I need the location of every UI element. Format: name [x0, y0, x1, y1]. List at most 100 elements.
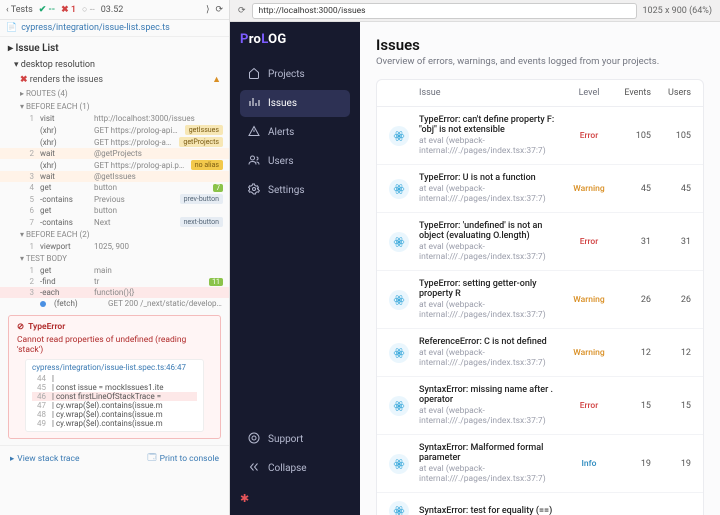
events-count: 15 [617, 401, 651, 411]
error-message: Cannot read properties of undefined (rea… [17, 335, 212, 355]
cmd-row[interactable]: 5-containsPreviousprev-button [0, 193, 229, 205]
page-title: Issues [376, 36, 704, 54]
cmd-row[interactable]: 1getmain [0, 265, 229, 276]
warn-icon: ▲ [212, 74, 221, 85]
cmd-row[interactable]: 4getbutton7 [0, 182, 229, 193]
app-viewport: ⟳ http://localhost:3000/issues 1025 x 90… [230, 0, 720, 515]
view-stack-trace[interactable]: ▸ View stack trace [10, 452, 80, 466]
sidebar-item-users[interactable]: Users [240, 148, 350, 175]
alert-icon [248, 125, 260, 140]
viewport-dims: 1025 x 900 (64%) [643, 6, 713, 16]
cmd-row[interactable]: (fetch)GET 200 /_next/static/development… [0, 298, 229, 309]
users-count: 45 [657, 184, 691, 194]
events-count: 26 [617, 295, 651, 305]
events-count: 12 [617, 348, 651, 358]
table-row[interactable]: TypeError: 'undefined' is not an object … [377, 213, 703, 271]
cmd-row[interactable]: 6getbutton [0, 205, 229, 216]
cmd-row[interactable]: 7-containsNextnext-button [0, 216, 229, 228]
pass-count: ✔ -- [39, 5, 55, 15]
test-title[interactable]: ✖ renders the issues ▲ [0, 72, 229, 87]
command-log: ▸ Issue List ▾ desktop resolution ✖ rend… [0, 37, 229, 515]
routes-section[interactable]: ▸ ROUTES (4) [0, 87, 229, 100]
page-subtitle: Overview of errors, warnings, and events… [376, 56, 704, 67]
table-row[interactable]: TypeError: setting getter-only property … [377, 271, 703, 329]
users-count: 15 [657, 401, 691, 411]
react-icon [389, 396, 409, 416]
sidebar-item-support[interactable]: Support [240, 426, 350, 453]
events-count: 31 [617, 237, 651, 247]
cypress-panel: ‹ Tests ✔ -- ✖ 1 ○ -- 03.52 ⟩ ⟳ 📄 cypres… [0, 0, 230, 515]
sidebar-item-label: Alerts [268, 127, 294, 138]
sidebar-item-issues[interactable]: Issues [240, 90, 350, 117]
table-row[interactable]: TypeError: U is not a functionat eval (w… [377, 165, 703, 213]
sidebar-item-label: Support [268, 434, 303, 445]
users-count: 19 [657, 459, 691, 469]
sidebar-item-alerts[interactable]: Alerts [240, 119, 350, 146]
duration: 03.52 [101, 5, 124, 15]
sidebar-item-projects[interactable]: Projects [240, 61, 350, 88]
col-users: Users [657, 88, 691, 98]
level-badge: Warning [573, 184, 604, 194]
cmd-row[interactable]: (xhr)GET https://prolog-api.pr…getIssues [0, 124, 229, 136]
users-count: 105 [657, 131, 691, 141]
cmd-row[interactable]: 1viewport1025, 900 [0, 241, 229, 252]
suite-title[interactable]: ▸ Issue List [0, 39, 229, 58]
react-icon [389, 343, 409, 363]
table-row[interactable]: TypeError: can't define property F: "obj… [377, 107, 703, 165]
gear-icon [248, 183, 260, 198]
bars-icon [248, 96, 260, 111]
cypress-toolbar: ‹ Tests ✔ -- ✖ 1 ○ -- 03.52 ⟩ ⟳ [0, 0, 229, 20]
options-icon[interactable]: ⟩ [206, 5, 210, 15]
test-body-section[interactable]: ▾ TEST BODY [0, 252, 229, 265]
before-each-2[interactable]: ▾ BEFORE EACH (2) [0, 228, 229, 241]
collapse-icon [248, 461, 260, 476]
level-badge: Warning [573, 348, 604, 358]
cmd-row[interactable]: 1visithttp://localhost:3000/issues [0, 113, 229, 124]
cmd-row[interactable]: 3wait@getIssues [0, 171, 229, 182]
table-row[interactable]: SyntaxError: test for equality (==) [377, 493, 703, 515]
reload-icon[interactable]: ⟳ [238, 6, 246, 16]
file-icon: 📄 [6, 23, 17, 33]
spec-file-path: cypress/integration/issue-list.spec.ts [21, 23, 170, 33]
cmd-row[interactable]: (xhr)GET https://prolog-api.pr…getProjec… [0, 136, 229, 148]
react-icon [389, 290, 409, 310]
print-to-console[interactable]: 🗔 Print to console [147, 452, 219, 466]
error-frame-path[interactable]: cypress/integration/issue-list.spec.ts:4… [32, 363, 197, 372]
error-icon: ⊘ [17, 322, 24, 332]
react-icon [389, 454, 409, 474]
cmd-row[interactable]: 2-findtr11 [0, 276, 229, 287]
sidebar-item-label: Projects [268, 69, 305, 80]
react-icon [389, 126, 409, 146]
col-events: Events [617, 88, 651, 98]
spec-file[interactable]: 📄 cypress/integration/issue-list.spec.ts [0, 20, 229, 37]
level-badge: Info [582, 459, 597, 469]
sidebar-item-collapse[interactable]: Collapse [240, 455, 350, 482]
before-each-1[interactable]: ▾ BEFORE EACH (1) [0, 100, 229, 113]
reload-icon[interactable]: ⟳ [215, 5, 223, 15]
users-count: 31 [657, 237, 691, 247]
brand-logo: ProLOG [240, 32, 350, 47]
users-count: 12 [657, 348, 691, 358]
level-badge: Error [580, 131, 599, 141]
fail-count: ✖ 1 [61, 5, 76, 15]
support-icon [248, 432, 260, 447]
users-count: 26 [657, 295, 691, 305]
table-row[interactable]: ReferenceError: C is not definedat eval … [377, 329, 703, 377]
error-type: TypeError [28, 322, 65, 332]
col-level: Level [567, 88, 611, 98]
cmd-row[interactable]: 3-eachfunction(){} [0, 287, 229, 298]
cmd-row[interactable]: 2wait@getProjects [0, 148, 229, 159]
level-badge: Warning [573, 295, 604, 305]
context-title[interactable]: ▾ desktop resolution [0, 58, 229, 72]
users-icon [248, 154, 260, 169]
tests-toggle[interactable]: ‹ Tests [6, 5, 33, 15]
sidebar-item-label: Users [268, 156, 294, 167]
events-count: 19 [617, 459, 651, 469]
table-row[interactable]: SyntaxError: Malformed formal parametera… [377, 435, 703, 493]
sidebar-item-settings[interactable]: Settings [240, 177, 350, 204]
url-input[interactable]: http://localhost:3000/issues [252, 3, 637, 19]
sidebar-item-label: Issues [268, 98, 297, 109]
cmd-row[interactable]: (xhr)GET https://prolog-api.pro…no alias [0, 159, 229, 171]
app-main: Issues Overview of errors, warnings, and… [360, 22, 720, 515]
table-row[interactable]: SyntaxError: missing name after . operat… [377, 377, 703, 435]
